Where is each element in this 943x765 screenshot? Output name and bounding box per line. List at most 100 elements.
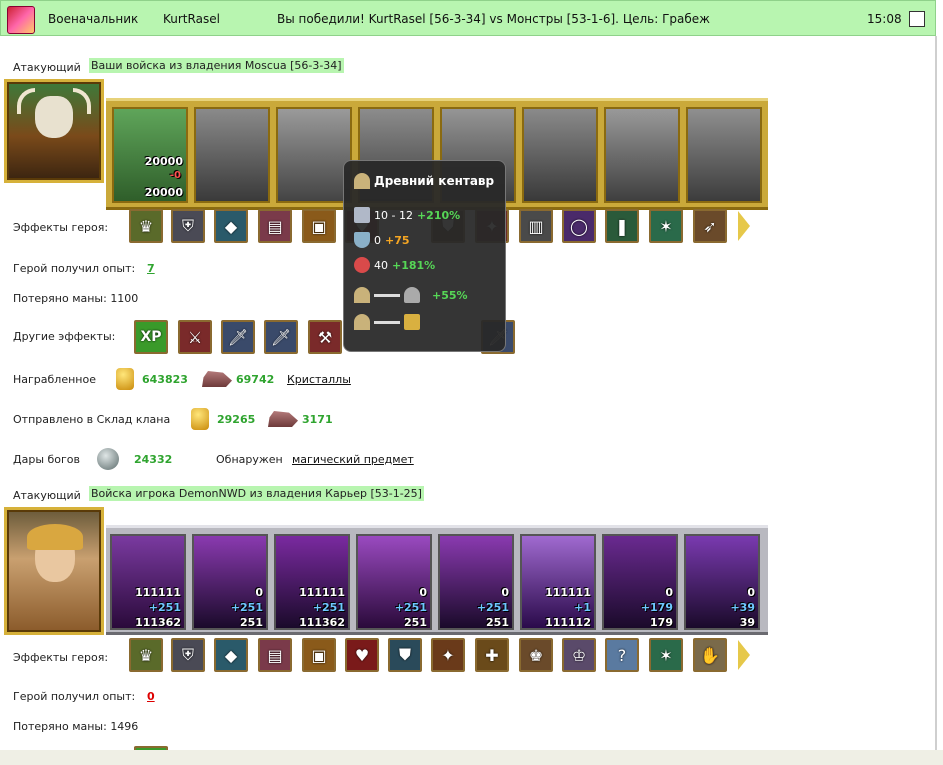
heart-icon [354, 257, 370, 273]
book-effect-icon[interactable]: ▤ [258, 209, 292, 243]
wing-icon [404, 314, 420, 330]
gifts-value: 24332 [134, 453, 173, 466]
shield-icon [354, 232, 370, 248]
unit-slot[interactable]: 111111 +1 111112 [520, 534, 596, 630]
gold-icon [116, 368, 134, 390]
unit-slot[interactable]: 0 +39 39 [684, 534, 760, 630]
unit-slot[interactable]: 111111 +251 111362 [110, 534, 186, 630]
army-row-2: 111111 +251 111362 0 +251 251 111111 +25… [106, 525, 768, 635]
unit-slot[interactable] [522, 107, 598, 203]
book-effect-icon[interactable]: ▤ [258, 638, 292, 672]
sword-effect-icon[interactable]: 🗡 [264, 320, 298, 354]
armor-effect-icon[interactable]: ⛨ [171, 209, 205, 243]
armor-effect-icon[interactable]: ⛨ [171, 638, 205, 672]
exp-value[interactable]: 7 [147, 262, 155, 275]
unit-slot[interactable] [194, 107, 270, 203]
hero-hair [27, 524, 83, 550]
other-effects-label: Другие эффекты: [13, 330, 116, 343]
sword-icon [354, 207, 370, 223]
attacker-label: Атакующий [13, 489, 81, 502]
unit-slot[interactable] [276, 107, 352, 203]
emerald-effect-icon[interactable]: ✶ [649, 209, 683, 243]
time-label: 15:08 [867, 12, 902, 26]
unit-slot[interactable] [686, 107, 762, 203]
gifts-label: Дары богов [13, 453, 81, 466]
chevron-right-icon[interactable] [738, 211, 750, 241]
ring-effect-icon[interactable]: ◯ [562, 209, 596, 243]
army-title: Войска игрока DemonNWD из владения Карье… [89, 486, 424, 501]
crown-effect-icon[interactable]: ♛ [129, 638, 163, 672]
vs-sword-icon [374, 320, 400, 324]
axe-effect-icon[interactable]: ⚒ [308, 320, 342, 354]
vs-sword-icon [374, 293, 400, 297]
tiara-effect-icon[interactable]: ♔ [562, 638, 596, 672]
reward-crystals: 69742 [236, 373, 275, 386]
sword-effect-icon[interactable]: 🗡 [221, 320, 255, 354]
unit-slot-centaur[interactable]: 20000 -0 20000 [112, 107, 188, 203]
game-logo-icon[interactable] [7, 6, 35, 34]
wing-effect-icon[interactable]: ➶ [693, 209, 727, 243]
chevron-right-icon[interactable] [738, 640, 750, 670]
question-effect-icon[interactable]: ? [605, 638, 639, 672]
hero-effects-label: Эффекты героя: [13, 651, 109, 664]
hero-portrait[interactable] [4, 79, 104, 183]
reward-gold: 643823 [142, 373, 188, 386]
unit-slot[interactable] [604, 107, 680, 203]
unit-tooltip: Древний кентавр 10 - 12 +210% 0 +75 40 +181… [343, 160, 506, 352]
crystal-icon [268, 411, 298, 427]
tooltip-title: Древний кентавр [374, 174, 495, 188]
xp-effect-icon[interactable]: XP [134, 320, 168, 354]
barrel-effect-icon[interactable]: ▥ [519, 209, 553, 243]
rune-effect-icon[interactable]: ✦ [431, 638, 465, 672]
close-checkbox[interactable] [909, 11, 925, 27]
exp-value[interactable]: 0 [147, 690, 155, 703]
crystal-icon [202, 371, 232, 387]
orb-icon [97, 448, 119, 470]
horseshoe-icon [354, 287, 370, 303]
shield-effect-icon[interactable]: ⛊ [388, 638, 422, 672]
skull-mask-icon [35, 96, 73, 138]
unit-slot[interactable]: 0 +179 179 [602, 534, 678, 630]
attacker-label: Атакующий [13, 61, 81, 74]
mana-lost: Потеряно маны: 1496 [13, 720, 139, 733]
unit-slot[interactable]: 0 +251 251 [356, 534, 432, 630]
found-label: Обнаружен [216, 453, 283, 466]
clan-crystals: 3171 [302, 413, 333, 426]
gem-effect-icon[interactable]: ◆ [214, 638, 248, 672]
chest-effect-icon[interactable]: ▣ [302, 209, 336, 243]
hero-portrait[interactable] [4, 507, 104, 635]
exp-label: Герой получил опыт: [13, 690, 136, 703]
horseshoe-icon [354, 173, 370, 189]
reward-label: Награбленное [13, 373, 96, 386]
status-bar [0, 750, 943, 765]
hero-effects-label: Эффекты героя: [13, 221, 109, 234]
clan-storage-label: Отправлено в Склад клана [13, 413, 171, 426]
gem-effect-icon[interactable]: ◆ [214, 209, 248, 243]
crown-effect-icon[interactable]: ♚ [519, 638, 553, 672]
crown-effect-icon[interactable]: ♛ [129, 209, 163, 243]
unit-slot[interactable]: 0 +251 251 [438, 534, 514, 630]
helmet-icon [404, 287, 420, 303]
unit-slot[interactable]: 111111 +251 111362 [274, 534, 350, 630]
horseshoe-icon [354, 314, 370, 330]
mana-lost: Потеряно маны: 1100 [13, 292, 139, 305]
player-name[interactable]: KurtRasel [163, 12, 220, 26]
top-bar: Военачальник KurtRasel Вы победили! Kurt… [0, 0, 936, 36]
clan-gold: 29265 [217, 413, 256, 426]
emerald-effect-icon[interactable]: ✶ [649, 638, 683, 672]
rank-label: Военачальник [48, 12, 139, 26]
unit-slot[interactable]: 0 +251 251 [192, 534, 268, 630]
cross-effect-icon[interactable]: ✚ [475, 638, 509, 672]
glove-effect-icon[interactable]: ✋ [693, 638, 727, 672]
weapon-effect-icon[interactable]: ⚔ [178, 320, 212, 354]
gold-icon [191, 408, 209, 430]
chest-effect-icon[interactable]: ▣ [302, 638, 336, 672]
heart-effect-icon[interactable]: ♥ [345, 638, 379, 672]
exp-label: Герой получил опыт: [13, 262, 136, 275]
scroll-track[interactable] [935, 36, 937, 765]
boots-effect-icon[interactable]: ❚ [605, 209, 639, 243]
battle-message: Вы победили! KurtRasel [56-3-34] vs Монс… [277, 12, 710, 26]
found-item-link[interactable]: магический предмет [292, 453, 414, 466]
army-title: Ваши войска из владения Moscua [56-3-34] [89, 58, 344, 73]
crystals-link[interactable]: Кристаллы [287, 373, 351, 386]
